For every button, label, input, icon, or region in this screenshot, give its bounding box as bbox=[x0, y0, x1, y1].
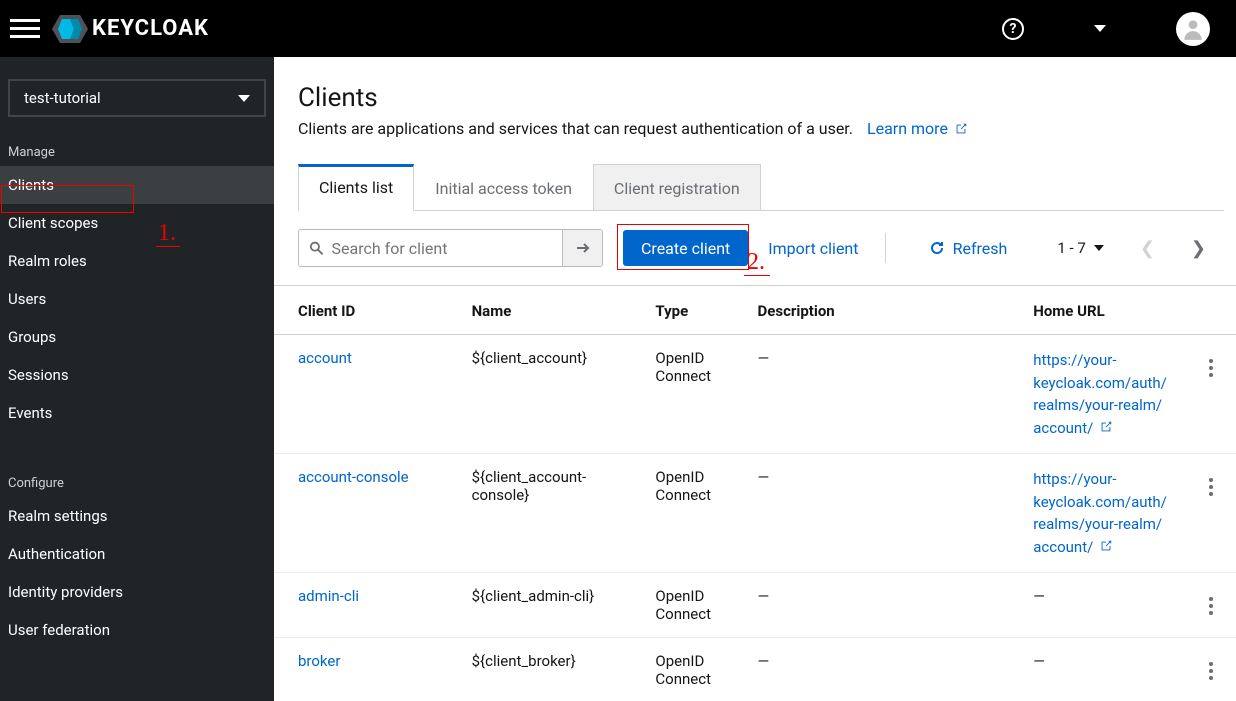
sidebar: test-tutorial Manage Clients Client scop… bbox=[0, 57, 274, 701]
help-icon[interactable]: ? bbox=[1002, 18, 1024, 40]
sidebar-item-identity-providers[interactable]: Identity providers bbox=[0, 573, 274, 611]
brand-text: KEYCLOAK bbox=[92, 16, 209, 41]
annotation-box-2 bbox=[617, 224, 749, 270]
client-id-link[interactable]: account bbox=[298, 349, 352, 367]
sidebar-item-realm-roles[interactable]: Realm roles bbox=[0, 242, 274, 280]
row-actions-menu[interactable] bbox=[1199, 349, 1223, 377]
search-icon bbox=[309, 240, 324, 256]
learn-more-text: Learn more bbox=[867, 119, 948, 138]
sidebar-item-sessions[interactable]: Sessions bbox=[0, 356, 274, 394]
sidebar-item-authentication[interactable]: Authentication bbox=[0, 535, 274, 573]
topbar: KEYCLOAK ? bbox=[0, 0, 1236, 57]
row-actions-menu[interactable] bbox=[1199, 587, 1223, 615]
user-menu-toggle[interactable] bbox=[1094, 25, 1106, 32]
page-subtitle-row: Clients are applications and services th… bbox=[298, 119, 1224, 138]
client-name: ${client_account} bbox=[448, 335, 632, 454]
search-input[interactable] bbox=[332, 239, 552, 258]
client-type: OpenIDConnect bbox=[631, 573, 733, 638]
realm-selector[interactable]: test-tutorial bbox=[8, 79, 266, 117]
avatar[interactable] bbox=[1176, 12, 1210, 46]
sidebar-section-manage: Manage bbox=[0, 135, 274, 166]
th-type: Type bbox=[631, 286, 733, 335]
external-link-icon bbox=[954, 122, 968, 136]
tab-initial-access-token[interactable]: Initial access token bbox=[414, 164, 593, 210]
client-type: OpenIDConnect bbox=[631, 638, 733, 701]
chevron-down-icon bbox=[1094, 245, 1104, 251]
client-name: ${client_broker} bbox=[448, 638, 632, 701]
client-description: — bbox=[758, 468, 770, 486]
row-actions-menu[interactable] bbox=[1199, 652, 1223, 680]
th-home-url: Home URL bbox=[1009, 286, 1199, 335]
search-submit-button[interactable] bbox=[562, 230, 602, 266]
home-url-link[interactable]: https://your-keycloak.com/auth/realms/yo… bbox=[1033, 470, 1167, 556]
sidebar-item-events[interactable]: Events bbox=[0, 394, 274, 432]
clients-table: Client ID Name Type Description Home URL… bbox=[274, 286, 1236, 701]
sidebar-item-groups[interactable]: Groups bbox=[0, 318, 274, 356]
pager: 1 - 7 ❮ ❯ bbox=[1057, 238, 1206, 259]
refresh-button[interactable]: Refresh bbox=[929, 239, 1008, 258]
tab-clients-list[interactable]: Clients list bbox=[298, 164, 414, 211]
search-wrap bbox=[298, 229, 603, 267]
table-row: account-console ${client_account-console}… bbox=[274, 454, 1236, 573]
avatar-icon bbox=[1180, 16, 1206, 42]
annotation-underline-2 bbox=[744, 275, 770, 276]
main: Clients Clients are applications and ser… bbox=[274, 57, 1236, 701]
client-description: — bbox=[758, 587, 770, 605]
annotation-box-1 bbox=[1, 185, 134, 213]
realm-name: test-tutorial bbox=[24, 89, 101, 107]
hamburger-button[interactable] bbox=[10, 14, 40, 44]
pager-text: 1 - 7 bbox=[1057, 239, 1085, 257]
table-row: broker ${client_broker}OpenIDConnect — — bbox=[274, 638, 1236, 701]
sidebar-section-configure: Configure bbox=[0, 466, 274, 497]
table-row: account ${client_account}OpenIDConnect — ht… bbox=[274, 335, 1236, 454]
refresh-icon bbox=[929, 240, 945, 256]
annotation-label-1: 1. bbox=[158, 220, 176, 247]
th-description: Description bbox=[734, 286, 1010, 335]
tabs: Clients list Initial access token Client… bbox=[298, 164, 1224, 211]
client-id-link[interactable]: broker bbox=[298, 652, 340, 670]
toolbar-divider bbox=[885, 233, 886, 263]
learn-more-link[interactable]: Learn more bbox=[867, 119, 968, 138]
client-description: — bbox=[758, 652, 770, 670]
sidebar-item-user-federation[interactable]: User federation bbox=[0, 611, 274, 649]
client-id-link[interactable]: admin-cli bbox=[298, 587, 359, 605]
refresh-label: Refresh bbox=[953, 239, 1008, 258]
row-actions-menu[interactable] bbox=[1199, 468, 1223, 496]
page-subtitle: Clients are applications and services th… bbox=[298, 119, 853, 138]
th-name: Name bbox=[448, 286, 632, 335]
chevron-down-icon bbox=[238, 95, 250, 102]
brand-logo: KEYCLOAK bbox=[52, 15, 209, 43]
client-type: OpenIDConnect bbox=[631, 454, 733, 573]
import-client-link[interactable]: Import client bbox=[768, 239, 858, 258]
client-type: OpenIDConnect bbox=[631, 335, 733, 454]
client-id-link[interactable]: account-console bbox=[298, 468, 409, 486]
home-url-empty: — bbox=[1033, 587, 1045, 605]
client-name: ${client_account-console} bbox=[448, 454, 632, 573]
page-title: Clients bbox=[298, 83, 1224, 113]
table-row: admin-cli ${client_admin-cli}OpenIDConnec… bbox=[274, 573, 1236, 638]
client-description: — bbox=[758, 349, 770, 367]
pager-range[interactable]: 1 - 7 bbox=[1057, 239, 1103, 257]
client-name: ${client_admin-cli} bbox=[448, 573, 632, 638]
sidebar-item-realm-settings[interactable]: Realm settings bbox=[0, 497, 274, 535]
toolbar: Create client 2. Import client Refresh 1… bbox=[274, 211, 1236, 286]
keycloak-icon bbox=[52, 15, 88, 43]
pager-next[interactable]: ❯ bbox=[1191, 238, 1206, 259]
annotation-label-2: 2. bbox=[747, 249, 765, 276]
th-client-id: Client ID bbox=[274, 286, 448, 335]
home-url-empty: — bbox=[1033, 652, 1045, 670]
shell: test-tutorial Manage Clients Client scop… bbox=[0, 57, 1236, 701]
pager-prev[interactable]: ❮ bbox=[1140, 238, 1155, 259]
home-url-link[interactable]: https://your-keycloak.com/auth/realms/yo… bbox=[1033, 351, 1167, 437]
sidebar-item-users[interactable]: Users bbox=[0, 280, 274, 318]
arrow-right-icon bbox=[575, 240, 591, 256]
annotation-underline-1 bbox=[156, 246, 180, 247]
tab-client-registration[interactable]: Client registration bbox=[593, 164, 761, 210]
